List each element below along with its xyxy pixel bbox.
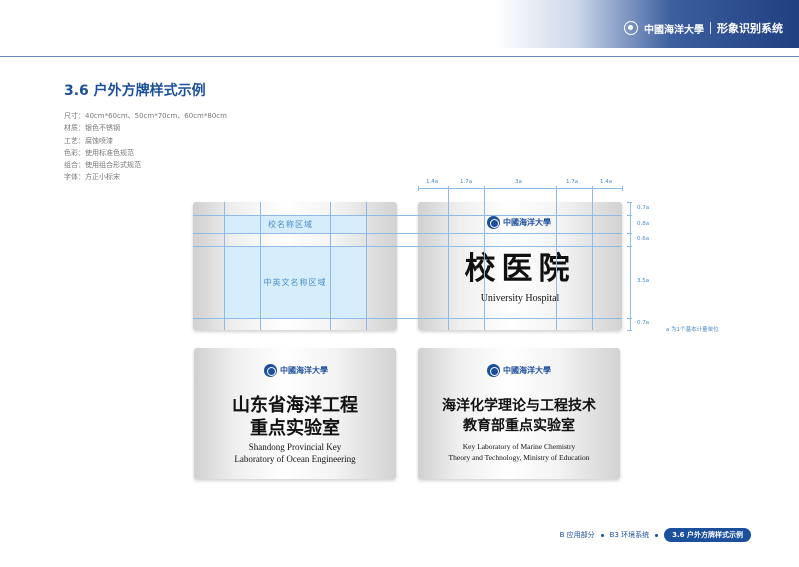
- dimension-tick: [556, 186, 557, 191]
- sign-name-en: Key Laboratory of Marine Chemistry Theor…: [448, 442, 590, 462]
- guide-line: [366, 202, 367, 330]
- guide-line: [330, 202, 331, 330]
- guide-line: [193, 233, 622, 234]
- dimension-label: 1.7a: [460, 179, 473, 185]
- guide-line: [193, 318, 622, 319]
- guide-line: [224, 202, 225, 330]
- university-emblem-icon: [264, 364, 277, 377]
- dimension-label: 0.8a: [637, 221, 650, 227]
- guide-line: [260, 202, 261, 330]
- breadcrumb-current: 3.6 户外方牌样式示例: [664, 528, 751, 542]
- sign-logo: 中國海洋大學: [487, 364, 551, 377]
- brand-logo-text: 中國海洋大學: [644, 24, 704, 36]
- spec-row: 组合：使用组合形式规范: [64, 161, 141, 170]
- unit-note: a 为1个基本计量单位: [666, 327, 719, 333]
- dimension-label: 1.4a: [600, 179, 613, 185]
- sign-logo-text: 中國海洋大學: [503, 217, 551, 227]
- dimension-label: 3.5a: [637, 278, 650, 284]
- guide-line: [592, 186, 593, 330]
- guide-line: [193, 215, 622, 216]
- spec-row: 字体：方正小标宋: [64, 173, 120, 182]
- guide-line: [484, 186, 485, 330]
- name-zone: 校名称区域: [224, 215, 366, 233]
- guide-line: [556, 186, 557, 330]
- dimension-label: 1.4a: [426, 179, 439, 185]
- guide-line: [193, 246, 622, 247]
- dimension-line: [630, 202, 631, 330]
- dimension-label: 3a: [515, 179, 522, 185]
- dimension-tick: [418, 186, 419, 191]
- university-emblem-icon: [624, 21, 638, 35]
- header-divider: [0, 56, 799, 57]
- breadcrumb: B 应用部分 B3 环境系统 3.6 户外方牌样式示例: [560, 528, 751, 542]
- sign-logo-text: 中國海洋大學: [280, 365, 328, 375]
- breadcrumb-item[interactable]: B 应用部分: [560, 530, 595, 540]
- university-emblem-icon: [487, 216, 500, 229]
- dimension-tick: [627, 202, 632, 203]
- dimension-label: 0.6a: [637, 236, 650, 242]
- dimension-tick: [448, 186, 449, 191]
- spec-row: 工艺：腐蚀喷漆: [64, 136, 113, 145]
- brand-separator: [710, 22, 711, 34]
- spec-row: 材质：银色不锈钢: [64, 124, 120, 133]
- system-title: 形象识别系统: [717, 22, 783, 35]
- dimension-tick: [627, 215, 632, 216]
- spec-row: 尺寸：40cm*60cm、50cm*70cm、60cm*80cm: [64, 112, 227, 120]
- dimension-tick: [627, 330, 632, 331]
- university-emblem-icon: [487, 364, 500, 377]
- breadcrumb-separator: [655, 533, 659, 537]
- dimension-label: 1.7a: [566, 179, 579, 185]
- dimension-label: 0.7a: [637, 205, 650, 211]
- dimension-label: 0.7a: [637, 320, 650, 326]
- sign-logo: 中國海洋大學: [264, 364, 328, 377]
- breadcrumb-item[interactable]: B3 环境系统: [610, 530, 649, 540]
- dimension-tick: [622, 186, 623, 191]
- page-title: 3.6 户外方牌样式示例: [64, 83, 206, 99]
- main-zone: 中英文名称区域: [224, 246, 366, 318]
- brand-lockup: 中國海洋大學 形象识别系统: [624, 20, 783, 36]
- dimension-tick: [627, 233, 632, 234]
- breadcrumb-separator: [600, 533, 604, 537]
- sign-logo: 中國海洋大學: [487, 216, 551, 229]
- dimension-tick: [592, 186, 593, 191]
- spec-list: 尺寸：40cm*60cm、50cm*70cm、60cm*80cm 材质：银色不锈…: [64, 110, 227, 184]
- dimension-tick: [484, 186, 485, 191]
- spec-row: 色彩：使用标准色规范: [64, 148, 134, 157]
- guide-line: [448, 186, 449, 330]
- dimension-tick: [627, 318, 632, 319]
- sign-logo-text: 中國海洋大學: [503, 365, 551, 375]
- sign-name-cn: 山东省海洋工程 重点实验室: [232, 395, 358, 439]
- sign-name-en: Shandong Provincial Key Laboratory of Oc…: [234, 442, 356, 464]
- dimension-tick: [627, 246, 632, 247]
- sign-name-cn: 海洋化学理论与工程技术 教育部重点实验室: [442, 398, 596, 434]
